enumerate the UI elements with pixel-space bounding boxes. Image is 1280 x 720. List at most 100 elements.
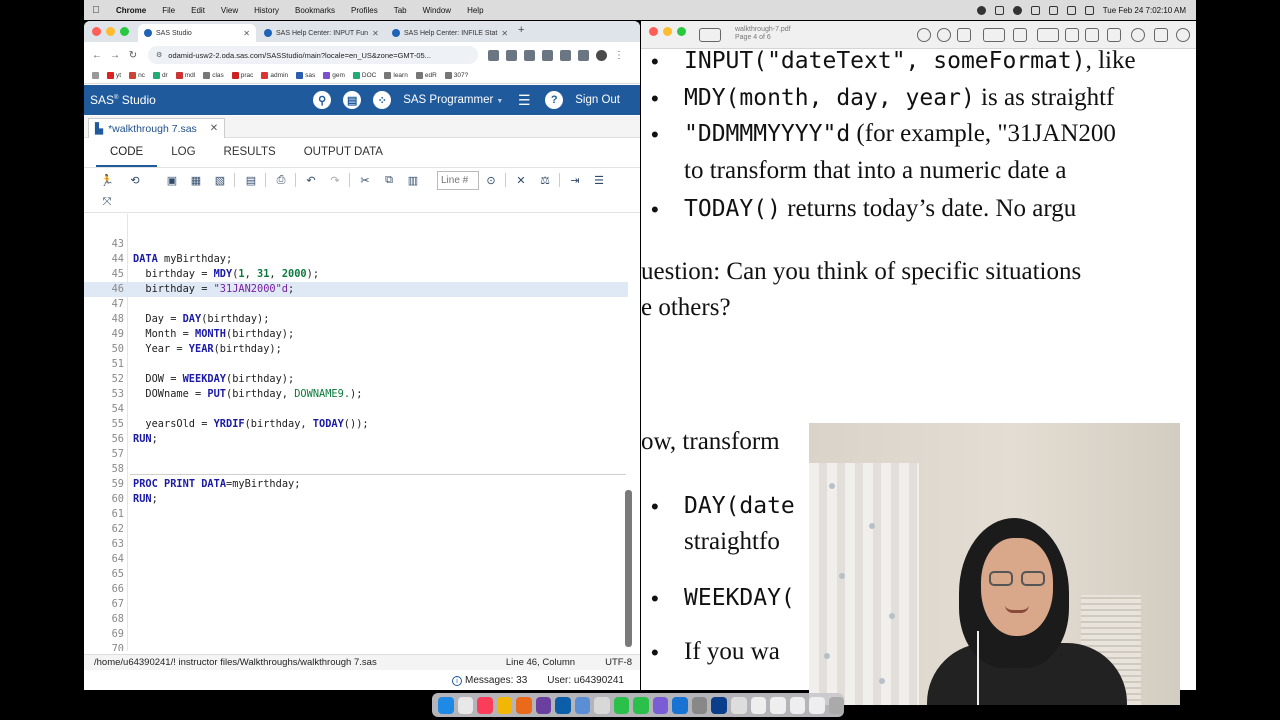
search-icon[interactable] (1176, 28, 1190, 42)
close-window-icon[interactable] (649, 27, 658, 36)
launchpad-icon[interactable] (457, 696, 474, 714)
copy-page-icon[interactable] (1154, 28, 1168, 42)
more-menu-icon[interactable]: ⋮ (614, 50, 625, 61)
document-icon[interactable] (770, 696, 786, 714)
vscode-icon[interactable] (555, 696, 571, 714)
site-info-icon[interactable]: ⚙ (156, 51, 162, 59)
menu-history[interactable]: History (246, 6, 287, 15)
code-line[interactable]: 47 (84, 297, 628, 312)
messages-icon[interactable] (613, 696, 630, 714)
menubar-clock[interactable]: Tue Feb 24 7:02:10 AM (1103, 6, 1186, 15)
editor-scrollbar[interactable] (625, 490, 632, 647)
zoom-in-icon[interactable] (937, 28, 951, 42)
sidebar-toggle-icon[interactable] (699, 28, 721, 42)
bookmark-item[interactable]: learn (382, 72, 409, 79)
code-line[interactable]: 54 (84, 402, 628, 417)
signature-icon[interactable] (1085, 28, 1099, 42)
save-icon[interactable]: ▣ (165, 173, 179, 187)
document-icon[interactable] (750, 696, 767, 714)
code-line[interactable]: 65 (84, 567, 628, 582)
finder-icon[interactable] (438, 696, 454, 714)
bookmark-item[interactable]: 307? (443, 72, 470, 79)
code-line[interactable]: 50 Year = YEAR(birthday); (84, 342, 628, 357)
export-icon[interactable]: ▤ (244, 173, 258, 187)
code-line[interactable]: 56 RUN; (84, 432, 628, 447)
save-as-icon[interactable]: ▦ (189, 173, 203, 187)
bookmark-item[interactable]: sas (294, 72, 317, 79)
code-line[interactable]: 68 (84, 612, 628, 627)
code-line[interactable]: 46 birthday = "31JAN2000"d; (84, 282, 628, 297)
reload-icon[interactable]: ↻ (124, 50, 142, 61)
copy-icon[interactable]: ⧉ (382, 173, 396, 187)
bookmark-item[interactable]: prac (230, 72, 256, 79)
document-icon[interactable] (789, 696, 806, 714)
code-line[interactable]: 70 (84, 642, 628, 651)
code-line[interactable]: 61 (84, 507, 628, 522)
extension-icon[interactable] (506, 49, 517, 61)
wifi-icon[interactable] (1048, 5, 1058, 15)
record-icon[interactable] (976, 5, 986, 15)
back-icon[interactable]: ← (88, 50, 106, 61)
extension-icon[interactable] (578, 49, 589, 61)
bookmark-item[interactable]: nc (127, 72, 147, 79)
code-line[interactable]: 52 DOW = WEEKDAY(birthday); (84, 372, 628, 387)
r-icon[interactable] (574, 696, 591, 714)
control-center-icon[interactable] (1084, 5, 1094, 15)
form-icon[interactable] (1107, 28, 1121, 42)
settings-icon[interactable] (691, 696, 708, 714)
apps-grid-icon[interactable]: ⁘ (373, 91, 392, 109)
markup-icon[interactable] (983, 28, 1005, 42)
history-icon[interactable]: ⟲ (128, 173, 142, 187)
preview-icon[interactable] (730, 696, 747, 714)
firefox-icon[interactable] (516, 696, 532, 714)
bookmark-apps-icon[interactable] (90, 72, 101, 79)
zoom-out-icon[interactable] (917, 28, 931, 42)
document-icon[interactable] (809, 696, 825, 714)
menu-tab[interactable]: Tab (386, 6, 415, 15)
code-line[interactable]: 63 (84, 537, 628, 552)
menu-list-icon[interactable]: ☰ (515, 91, 533, 109)
close-tab-icon[interactable]: ✕ (243, 29, 250, 38)
menu-profiles[interactable]: Profiles (343, 6, 386, 15)
code-line[interactable]: 69 (84, 627, 628, 642)
search-icon[interactable]: ⚲ (313, 91, 332, 109)
code-line[interactable]: 51 (84, 357, 628, 372)
minimize-window-icon[interactable] (106, 27, 115, 36)
highlight-icon[interactable] (1037, 28, 1059, 42)
trash-icon[interactable] (828, 696, 845, 714)
code-line[interactable]: 49 Month = MONTH(birthday); (84, 327, 628, 342)
code-line[interactable]: 45 birthday = MDY(1, 31, 2000); (84, 267, 628, 282)
editor-tab-walkthrough[interactable]: ▙ *walkthrough 7.sas ✕ (88, 118, 226, 138)
zoom-window-icon[interactable] (120, 27, 129, 36)
messages-link[interactable]: i Messages: 33 (452, 675, 527, 686)
close-tab-icon[interactable]: ✕ (501, 29, 508, 38)
battery-icon[interactable] (1066, 5, 1076, 15)
code-line[interactable]: 43 (84, 237, 628, 252)
bookmark-item[interactable]: gem (321, 72, 347, 79)
bookmark-item[interactable]: clas (201, 72, 226, 79)
apple-icon[interactable]:  (84, 5, 108, 16)
paste-icon[interactable]: ▥ (406, 173, 420, 187)
accessibility-icon[interactable] (1131, 28, 1145, 42)
bookmark-star-icon[interactable] (488, 49, 499, 61)
bookmark-item[interactable]: mdl (174, 72, 197, 79)
code-editor[interactable]: 43 44 DATA myBirthday; 45 birthday = MDY(1,… (84, 214, 640, 651)
menu-edit[interactable]: Edit (183, 6, 213, 15)
menu-app-name[interactable]: Chrome (108, 6, 154, 15)
slack-icon[interactable] (535, 696, 552, 714)
tab-log[interactable]: LOG (157, 146, 209, 167)
profile-avatar-icon[interactable] (596, 49, 607, 61)
tab-code[interactable]: CODE (96, 146, 158, 167)
bluetooth-icon[interactable] (1030, 5, 1040, 15)
sign-out-link[interactable]: Sign Out (575, 94, 620, 106)
chrome-icon[interactable] (496, 696, 513, 714)
close-window-icon[interactable] (92, 27, 101, 36)
code-line[interactable]: 60 RUN; (84, 492, 628, 507)
facetime-icon[interactable] (633, 696, 649, 714)
code-line[interactable]: 53 DOWname = PUT(birthday, DOWNAME9.); (84, 387, 628, 402)
code-line[interactable]: 57 (84, 447, 628, 462)
tab-output-data[interactable]: OUTPUT DATA (290, 146, 397, 167)
code-line[interactable]: 66 (84, 582, 628, 597)
browser-tab-help-input[interactable]: SAS Help Center: INPUT Fun ✕ (258, 24, 384, 42)
browser-tab-sas-studio[interactable]: SAS Studio ✕ (138, 24, 256, 42)
